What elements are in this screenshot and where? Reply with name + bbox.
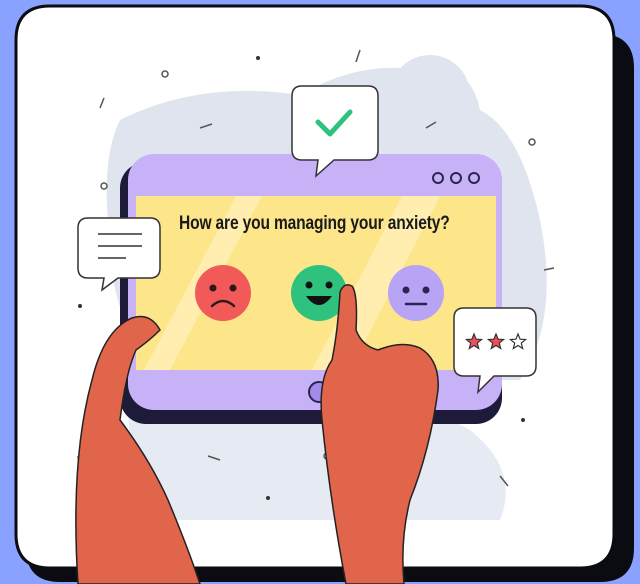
survey-question: How are you managing your anxiety? — [179, 213, 450, 234]
neutral-face-option[interactable] — [388, 265, 444, 321]
happy-eye — [305, 281, 313, 289]
sad-face-option[interactable] — [195, 265, 251, 321]
sad-face-icon[interactable] — [195, 265, 251, 321]
sad-eye — [229, 284, 237, 292]
decor-dot — [256, 56, 260, 60]
decor-dot — [78, 304, 82, 308]
neutral-face-icon[interactable] — [388, 265, 444, 321]
neutral-eye — [402, 286, 410, 294]
illustration-scene — [14, 4, 634, 584]
neutral-eye — [422, 286, 430, 294]
background-circle — [390, 55, 470, 135]
decor-dot — [266, 496, 270, 500]
sad-eye — [209, 284, 217, 292]
happy-eye — [325, 281, 333, 289]
decor-dot — [521, 418, 525, 422]
